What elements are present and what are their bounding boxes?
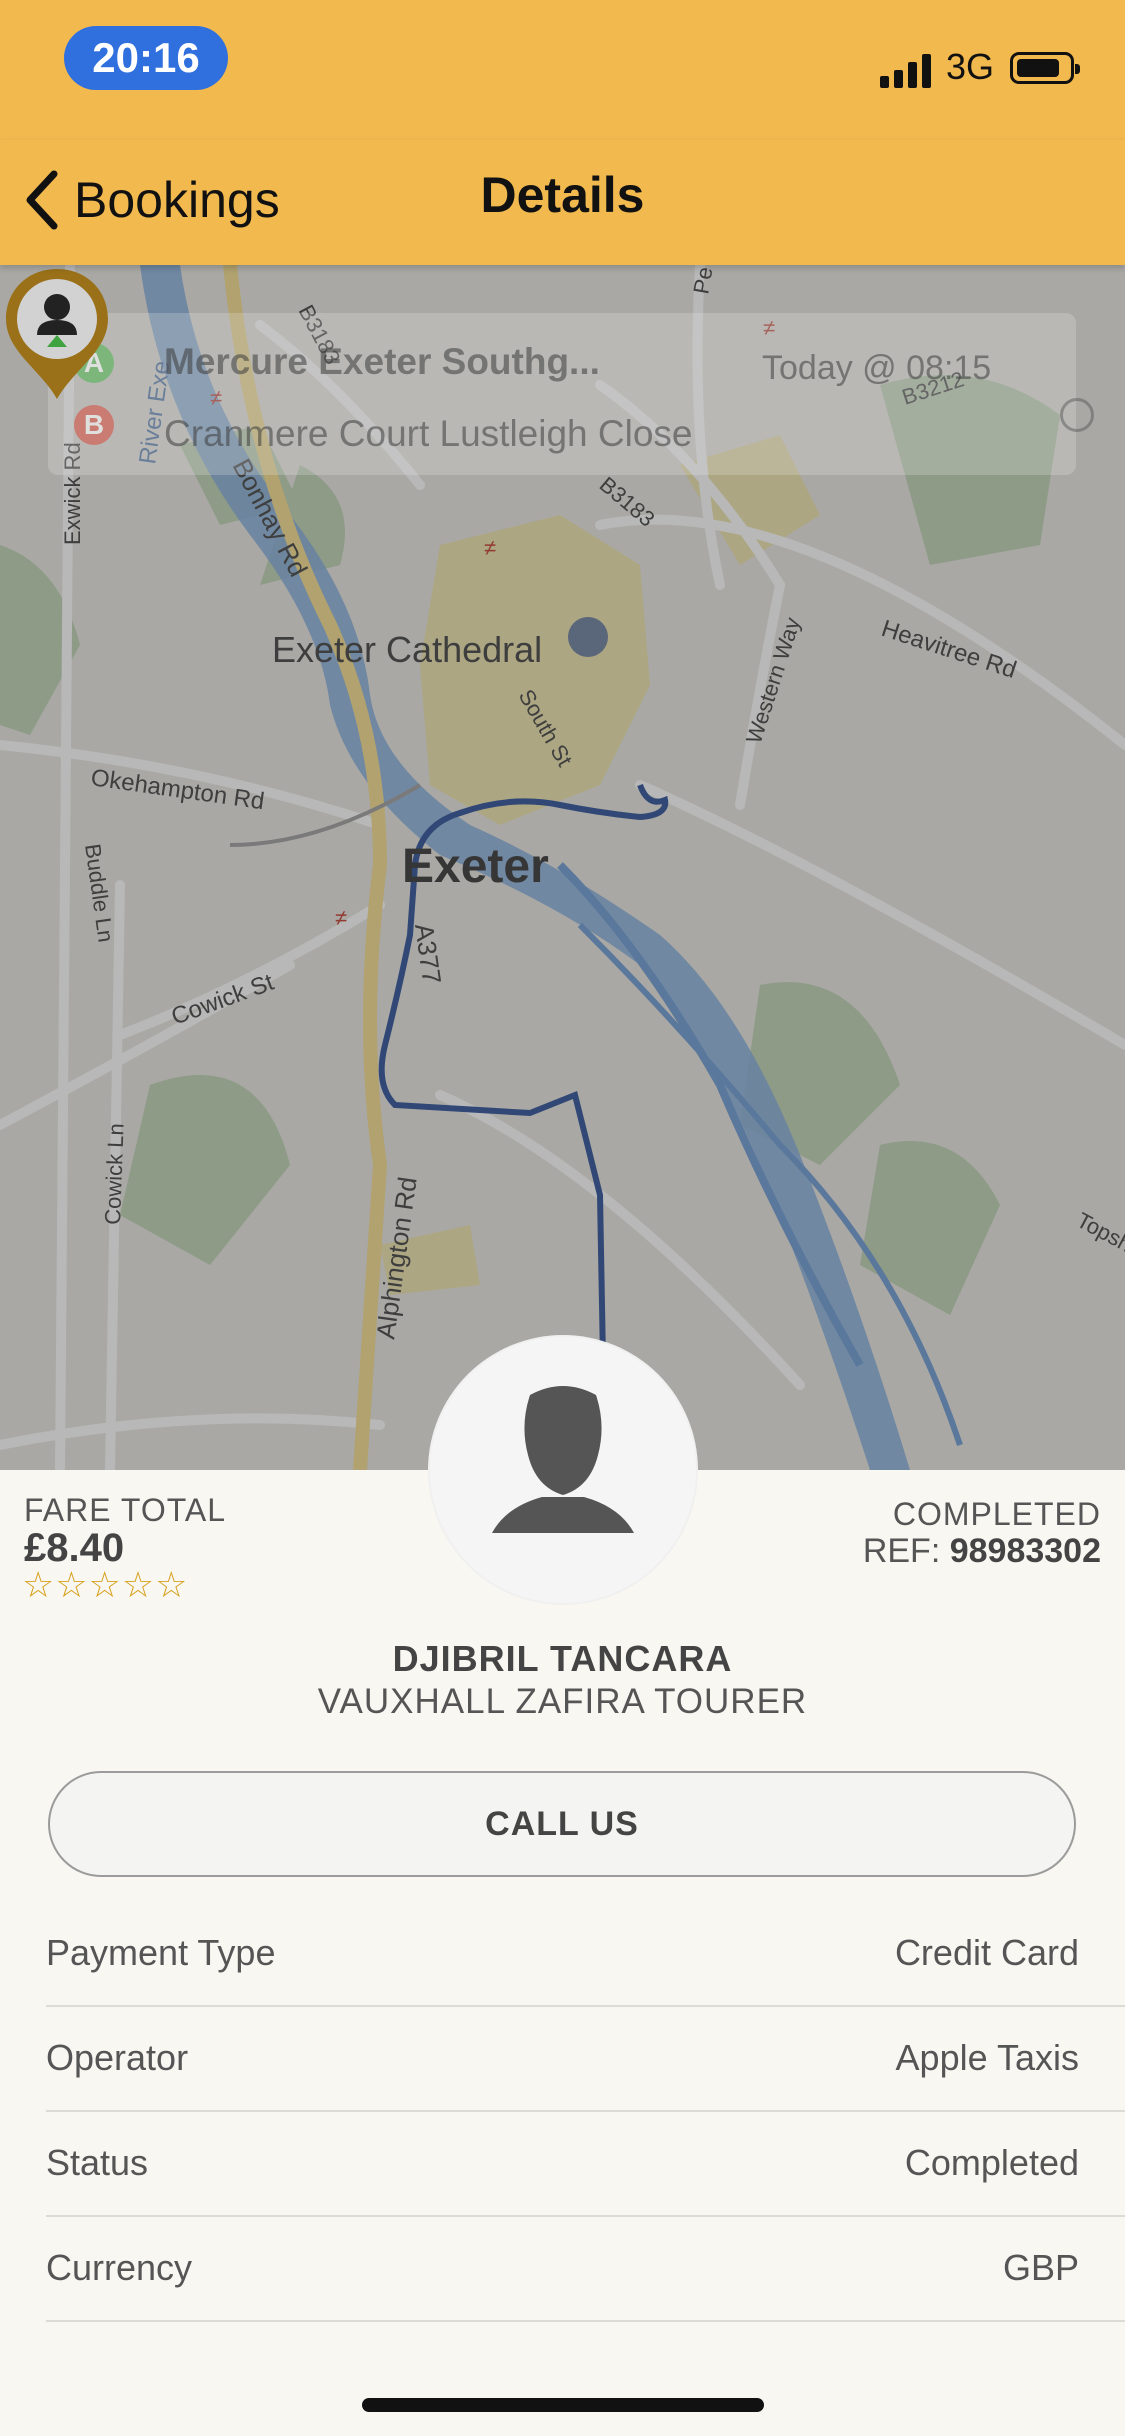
detail-value: GBP (1002, 2247, 1079, 2288)
trip-summary: A B Mercure Exeter Southg... Cranmere Co… (48, 313, 1094, 475)
status-bar: 20:16 3G (0, 0, 1125, 140)
detail-value: Credit Card (894, 1932, 1079, 1973)
battery-icon (1010, 52, 1080, 84)
vehicle-name: VAUXHALL ZAFIRA TOURER (317, 1682, 808, 1721)
home-indicator[interactable] (362, 2398, 764, 2412)
detail-row-payment-type: Payment Type Credit Card (46, 1902, 1125, 2007)
page-title: Details (480, 167, 645, 223)
driver-avatar (430, 1337, 696, 1603)
route-map[interactable]: ≠ ≠ ≠ ≠ Exeter Cathedral Exeter Bonhay Rd R… (0, 265, 1125, 1470)
clock-icon (1060, 398, 1094, 432)
dropoff-address: Cranmere Court Lustleigh Close (164, 413, 693, 454)
status-time: 20:16 (64, 26, 228, 90)
pickup-address: Mercure Exeter Southg... (164, 341, 600, 382)
dropoff-marker: B (74, 405, 114, 445)
pickup-time: Today @ 08:15 (762, 349, 992, 387)
network-type: 3G (946, 46, 995, 87)
ref-number: 98983302 (949, 1532, 1101, 1570)
detail-value: Completed (904, 2142, 1079, 2183)
cellular-signal-icon (880, 52, 934, 88)
ref-label: REF: (862, 1532, 941, 1570)
person-silhouette-icon (492, 1386, 634, 1533)
detail-row-currency: Currency GBP (46, 2217, 1125, 2322)
call-us-button[interactable]: CALL US (48, 1771, 1076, 1877)
booking-status: COMPLETED (892, 1496, 1101, 1532)
rating-stars[interactable]: ☆☆☆☆☆ (22, 1564, 188, 1606)
detail-row-status: Status Completed (46, 2112, 1125, 2217)
driver-location-pin-icon (6, 269, 108, 399)
detail-label: Status (46, 2142, 149, 2183)
fare-total-label: FARE TOTAL (24, 1492, 227, 1528)
driver-name: DJIBRIL TANCARA (392, 1638, 733, 1679)
detail-label: Payment Type (46, 1932, 276, 1973)
navigation-bar: Bookings Details (0, 140, 1125, 265)
detail-row-operator: Operator Apple Taxis (46, 2007, 1125, 2112)
detail-label: Currency (46, 2247, 193, 2288)
detail-label: Operator (46, 2037, 189, 2078)
booking-reference: REF: 98983302 (863, 1532, 1101, 1571)
detail-value: Apple Taxis (895, 2037, 1079, 2078)
